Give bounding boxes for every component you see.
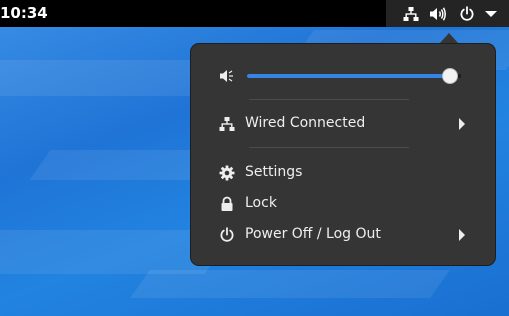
system-menu: Wired Connected Settings Lock Power Off … [190,43,496,266]
menu-item-power-off-log-out[interactable]: Power Off / Log Out [191,221,497,249]
volume-high-icon [430,7,446,21]
power-icon [460,6,474,21]
volume-slider[interactable] [247,68,461,84]
power-off-label: Power Off / Log Out [245,226,381,242]
settings-label: Settings [245,164,303,180]
volume-row [191,64,497,88]
menu-item-wired-network[interactable]: Wired Connected [191,110,497,138]
volume-slider-knob[interactable] [442,68,458,84]
menu-down-arrow-icon [485,11,497,17]
top-bar: 10:34 [0,0,509,27]
wired-network-label: Wired Connected [245,115,366,131]
gear-icon [219,165,235,181]
clock[interactable]: 10:34 [0,0,48,27]
lock-label: Lock [245,195,277,211]
chevron-right-icon [459,229,465,241]
separator [249,99,409,100]
chevron-right-icon [459,118,465,130]
volume-low-icon [220,70,233,82]
lock-icon [221,196,233,211]
network-wired-icon [403,7,419,21]
menu-item-settings[interactable]: Settings [191,159,497,187]
separator [249,147,409,148]
network-wired-icon [219,117,235,131]
menu-item-lock[interactable]: Lock [191,190,497,218]
power-icon [220,227,234,242]
volume-slider-fill [247,74,450,78]
system-tray[interactable] [386,0,509,27]
